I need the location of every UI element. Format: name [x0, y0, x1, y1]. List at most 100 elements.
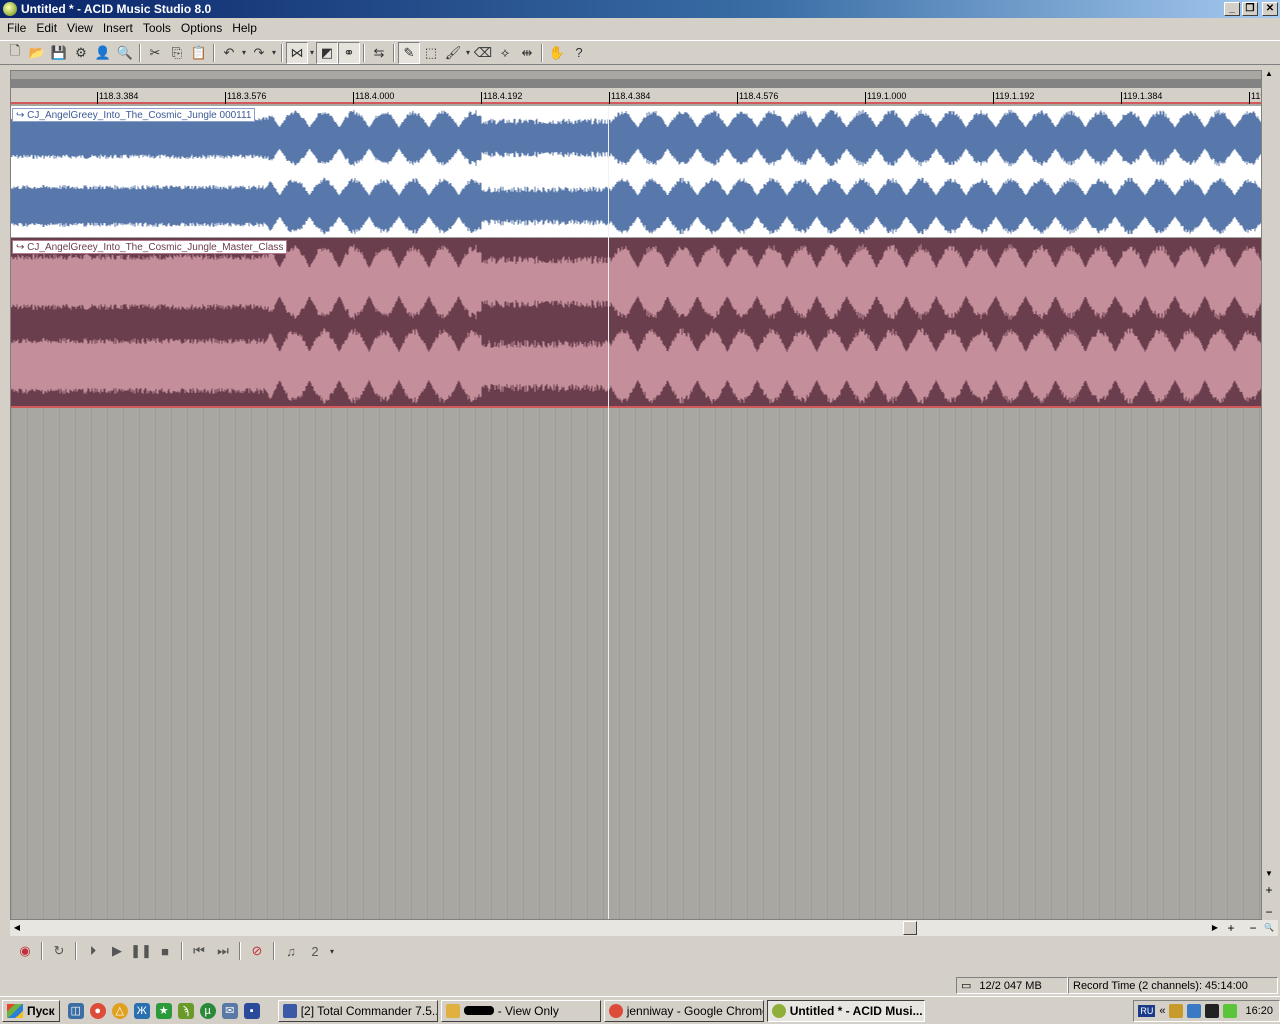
remote-view-icon [445, 1003, 460, 1018]
ruler-label: 118.3.384 [99, 91, 139, 101]
utorrent-icon[interactable]: µ [199, 1002, 216, 1019]
undo-icon[interactable]: ↶ [218, 42, 240, 64]
go-to-end-icon[interactable]: ⏭ [212, 940, 234, 962]
lock-envelopes-icon[interactable]: ⚭ [338, 41, 360, 64]
clock: 16:20 [1245, 1005, 1273, 1017]
menu-view[interactable]: View [62, 21, 98, 35]
new-file-icon[interactable]: 🗋 [4, 42, 26, 64]
windows-logo-icon [7, 1003, 23, 1018]
memory-status: ▭ 12/2 047 MB [956, 977, 1068, 994]
pause-icon[interactable]: ❚❚ [130, 940, 152, 962]
menu-insert[interactable]: Insert [98, 21, 138, 35]
scroll-thumb[interactable] [903, 921, 917, 935]
menu-file[interactable]: File [2, 21, 31, 35]
memory-icon: ▭ [961, 980, 972, 992]
butterfly-icon[interactable]: ϡ [177, 1002, 194, 1019]
stop-icon[interactable]: ■ [154, 940, 176, 962]
vertical-scrollbar[interactable]: ▲ ▼ + − [1262, 67, 1276, 920]
time-selection-icon[interactable]: ⇹ [516, 42, 538, 64]
memory-value: 12/2 047 MB [979, 979, 1042, 992]
save-icon[interactable]: 💾 [48, 42, 70, 64]
task-view-only[interactable]: - View Only [440, 999, 601, 1022]
task-label: [2] Total Commander 7.5... [300, 1003, 438, 1018]
tray-app-icon[interactable] [1205, 1004, 1220, 1018]
language-indicator[interactable]: RU [1138, 1005, 1156, 1017]
event-label-1[interactable]: ↪ CJ_AngelGreey_Into_The_Cosmic_Jungle 0… [12, 108, 256, 122]
show-desktop-icon[interactable]: ◫ [67, 1002, 84, 1019]
paste-icon[interactable]: 📋 [188, 42, 210, 64]
task-google-chrome[interactable]: jenniway - Google Chrome [603, 999, 764, 1022]
tray-app-icon[interactable] [1169, 1004, 1184, 1018]
cut-icon[interactable]: ✂ [144, 42, 166, 64]
properties-icon[interactable]: 👤 [92, 42, 114, 64]
playback-cursor[interactable] [608, 106, 609, 919]
render-icon[interactable]: ⚙ [70, 42, 92, 64]
erase-tool-icon[interactable]: ⌫ [472, 42, 494, 64]
restore-button[interactable]: ❐ [1242, 2, 1258, 16]
play-from-start-icon[interactable]: ⏵ [82, 940, 104, 962]
copy-icon[interactable]: ⎘ [166, 42, 188, 64]
redo-dropdown-icon[interactable]: ▾ [270, 48, 278, 57]
audio-event-1[interactable]: ↪ CJ_AngelGreey_Into_The_Cosmic_Jungle 0… [11, 106, 1261, 237]
start-button[interactable]: Пуск [2, 999, 60, 1022]
horizontal-scrollbar[interactable]: ◀ ▶ + − 🔍 [10, 920, 1278, 936]
network-icon[interactable] [1187, 1004, 1202, 1018]
beats-icon[interactable]: 2 [304, 940, 326, 962]
favorites-icon[interactable]: ★ [155, 1002, 172, 1019]
auto-crossfade-icon[interactable]: ◩ [316, 41, 338, 64]
loop-arrow-icon: ↪ [16, 109, 28, 121]
messenger-icon[interactable]: ✉ [221, 1002, 238, 1019]
horizontal-zoom-in-icon[interactable]: + [1224, 921, 1238, 935]
envelope-tool-icon[interactable]: ⟡ [494, 42, 516, 64]
app-icon[interactable]: Ж [133, 1002, 150, 1019]
timeline-overview-bar[interactable] [11, 79, 1261, 88]
snapping-dropdown-icon[interactable]: ▾ [308, 48, 316, 57]
winamp-icon[interactable]: △ [111, 1002, 128, 1019]
undo-dropdown-icon[interactable]: ▾ [240, 48, 248, 57]
loop-region-icon[interactable]: ⇆ [368, 42, 390, 64]
scroll-down-icon[interactable]: ▼ [1262, 867, 1276, 881]
explorer-icon[interactable]: 🔍 [114, 42, 136, 64]
metronome-icon[interactable]: ♫ [280, 940, 302, 962]
transport-dropdown-icon[interactable]: ▾ [328, 947, 336, 956]
selection-tool-icon[interactable]: ⬚ [420, 42, 442, 64]
audio-event-2[interactable]: ↪ CJ_AngelGreey_Into_The_Cosmic_Jungle_M… [11, 238, 1261, 408]
menu-tools[interactable]: Tools [138, 21, 176, 35]
track-view[interactable]: 118.3.384 118.3.576 118.4.000 118.4.192 … [10, 70, 1262, 920]
scroll-up-icon[interactable]: ▲ [1262, 67, 1276, 81]
play-icon[interactable]: ▶ [106, 940, 128, 962]
chrome-icon[interactable]: ● [89, 1002, 106, 1019]
redo-icon[interactable]: ↷ [248, 42, 270, 64]
close-button[interactable]: ✕ [1262, 2, 1278, 16]
minimize-button[interactable]: _ [1224, 2, 1240, 16]
snapping-icon[interactable]: ⋈ [286, 41, 308, 64]
horizontal-zoom-out-icon[interactable]: − [1246, 921, 1260, 935]
scroll-left-icon[interactable]: ◀ [10, 921, 24, 935]
tray-app-icon[interactable] [1223, 1004, 1238, 1018]
event-label-2[interactable]: ↪ CJ_AngelGreey_Into_The_Cosmic_Jungle_M… [12, 240, 288, 254]
zoom-tool-icon[interactable]: 🔍 [1262, 921, 1276, 935]
beat-ruler[interactable]: 118.3.384 118.3.576 118.4.000 118.4.192 … [11, 88, 1261, 104]
draw-tool-icon[interactable]: ✎ [398, 41, 420, 64]
go-to-start-icon[interactable]: ⏮ [188, 940, 210, 962]
toolbar-separator [541, 43, 543, 62]
menu-help[interactable]: Help [227, 21, 262, 35]
open-folder-icon[interactable]: 📂 [26, 42, 48, 64]
zoom-in-icon[interactable]: + [1262, 883, 1276, 897]
menu-options[interactable]: Options [176, 21, 227, 35]
record-icon[interactable]: ◉ [14, 940, 36, 962]
loop-playback-icon[interactable]: ↻ [48, 940, 70, 962]
whats-this-help-icon[interactable]: ? [568, 42, 590, 64]
paint-tool-icon[interactable]: 🖌 [442, 42, 464, 64]
floppy-icon[interactable]: ▪ [243, 1002, 260, 1019]
toolbar-separator [363, 43, 365, 62]
tray-expand-icon[interactable]: « [1159, 1005, 1165, 1017]
scroll-right-icon[interactable]: ▶ [1208, 921, 1222, 935]
online-help-icon[interactable]: ✋ [546, 42, 568, 64]
menu-edit[interactable]: Edit [31, 21, 62, 35]
task-acid-music[interactable]: Untitled * - ACID Musi... [766, 999, 925, 1022]
metronome-off-icon[interactable]: ⊘ [246, 940, 268, 962]
task-total-commander[interactable]: [2] Total Commander 7.5... [277, 999, 438, 1022]
zoom-out-icon[interactable]: − [1262, 905, 1276, 919]
paint-dropdown-icon[interactable]: ▾ [464, 48, 472, 57]
